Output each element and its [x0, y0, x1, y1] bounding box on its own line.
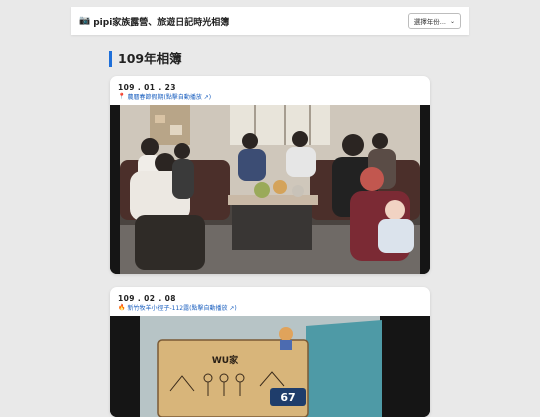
site-title: pipi家族露營、旅遊日記時光相簿	[93, 17, 230, 28]
section-title: 109年相簿	[109, 51, 182, 67]
album-date: 109 . 01 . 23	[118, 83, 176, 92]
camera-icon: 📷	[79, 16, 91, 26]
year-select-label: 選擇年份...	[413, 18, 446, 26]
campfire-icon: 🔥	[118, 304, 126, 311]
album-photo[interactable]	[110, 105, 430, 274]
album-card[interactable]: 109 . 01 . 23 📍 農曆春節假期(點擊自動播放 ↗)	[110, 76, 430, 274]
album-photo[interactable]: WU家 67	[110, 316, 430, 417]
chevron-down-icon: ⌄	[449, 17, 455, 25]
album-location-label: 新竹牧羊小徑子-112露(點擊自動播放 ↗)	[127, 305, 237, 312]
album-location-link[interactable]: 📍 農曆春節假期(點擊自動播放 ↗)	[118, 92, 211, 101]
album-card[interactable]: 109 . 02 . 08 🔥 新竹牧羊小徑子-112露(點擊自動播放 ↗) W…	[110, 287, 430, 417]
album-location-label: 農曆春節假期(點擊自動播放 ↗)	[127, 94, 212, 101]
site-brand[interactable]: 📷 pipi家族露營、旅遊日記時光相簿	[79, 15, 229, 28]
album-location-link[interactable]: 🔥 新竹牧羊小徑子-112露(點擊自動播放 ↗)	[118, 303, 237, 312]
year-select[interactable]: 選擇年份... ⌄	[407, 13, 461, 29]
album-date: 109 . 02 . 08	[118, 294, 176, 303]
sign-text: WU家	[212, 354, 239, 366]
top-navbar: 📷 pipi家族露營、旅遊日記時光相簿 選擇年份... ⌄	[71, 7, 469, 35]
pin-icon: 📍	[118, 93, 126, 100]
plate-number: 67	[280, 391, 295, 404]
